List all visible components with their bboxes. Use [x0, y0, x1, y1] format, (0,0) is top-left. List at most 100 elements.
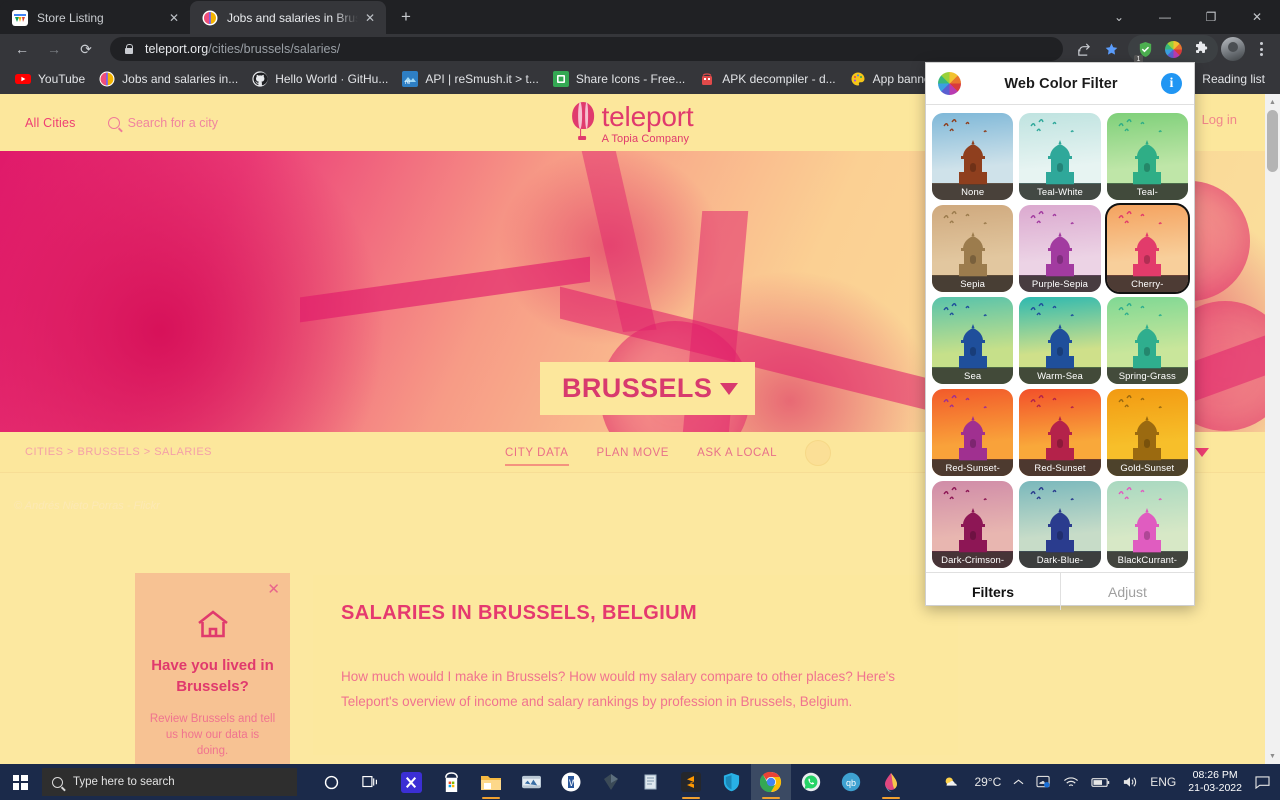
volume-icon[interactable]	[1116, 764, 1144, 800]
close-window-button[interactable]: ✕	[1234, 0, 1280, 33]
profile-avatar[interactable]	[1221, 37, 1245, 61]
sublime-text-icon[interactable]	[671, 764, 711, 800]
popup-footer-tabs: Filters Adjust	[926, 572, 1194, 610]
page-intro: How much would I make in Brussels? How w…	[341, 669, 896, 709]
filter-thumb-sea[interactable]: Sea	[932, 297, 1014, 384]
web-color-filter-icon[interactable]	[1160, 36, 1186, 62]
chrome-menu-icon[interactable]	[1248, 36, 1274, 62]
tab-store-listing[interactable]: Store Listing ✕	[0, 1, 190, 34]
bookmark-item[interactable]: Hello World · GitHu...	[245, 68, 395, 90]
paint-icon[interactable]	[871, 764, 911, 800]
sun-cloud-icon[interactable]	[936, 764, 968, 800]
filter-thumb-spring-grass[interactable]: Spring-Grass	[1106, 297, 1188, 384]
breadcrumb[interactable]: CITIES > BRUSSELS > SALARIES	[25, 446, 212, 458]
close-icon[interactable]: ✕	[267, 580, 280, 598]
cortana-icon[interactable]	[311, 764, 351, 800]
scroll-down-icon[interactable]: ▼	[1265, 748, 1280, 764]
birds-decoration	[1027, 118, 1087, 142]
media-player-icon[interactable]	[511, 764, 551, 800]
bookmark-item[interactable]: YouTube	[8, 68, 92, 90]
birds-decoration	[1115, 302, 1175, 326]
taskbar-clock[interactable]: 08:26 PM 21-03-2022	[1182, 769, 1250, 795]
word-icon[interactable]: W	[551, 764, 591, 800]
filter-thumb-red-sunset[interactable]: Red-Sunset	[1019, 389, 1101, 476]
city-search-input[interactable]: Search for a city	[107, 116, 218, 130]
taskbar-search-input[interactable]: Type here to search	[42, 768, 297, 796]
login-link[interactable]: Log in	[1202, 112, 1237, 127]
teleport-icon	[202, 10, 218, 26]
tab-adjust[interactable]: Adjust	[1060, 573, 1194, 610]
back-icon[interactable]: ←	[8, 35, 36, 63]
whatsapp-icon[interactable]	[791, 764, 831, 800]
filter-label: Red-Sunset	[1019, 460, 1101, 476]
filter-thumb-sepia[interactable]: Sepia	[932, 205, 1014, 292]
filter-thumb-dark-blue[interactable]: Dark-Blue-	[1019, 481, 1101, 568]
tab-teleport-salaries[interactable]: Jobs and salaries in Brussels, Belg ✕	[190, 1, 386, 34]
tab-ask-a-local[interactable]: ASK A LOCAL	[697, 432, 777, 473]
filter-thumb-none[interactable]: None	[932, 113, 1014, 200]
tab-plan-move[interactable]: PLAN MOVE	[597, 432, 670, 473]
wifi-icon[interactable]	[1057, 764, 1085, 800]
microsoft-store-icon[interactable]	[431, 764, 471, 800]
shield-extension-icon[interactable]: 1	[1132, 36, 1158, 64]
bookmark-item[interactable]: Share Icons - Free...	[546, 68, 692, 90]
chrome-icon[interactable]	[751, 764, 791, 800]
tab-strip: Store Listing ✕ Jobs and salaries in Bru…	[0, 0, 1280, 34]
notepad-icon[interactable]	[631, 764, 671, 800]
page-scrollbar[interactable]: ▲ ▼	[1265, 94, 1280, 764]
bookmark-item[interactable]: APK decompiler - d...	[692, 68, 842, 90]
action-center-icon[interactable]	[1250, 764, 1274, 800]
filter-thumb-warm-sea[interactable]: Warm-Sea	[1019, 297, 1101, 384]
teleport-logo[interactable]: teleport A Topia Company	[571, 102, 694, 146]
battery-icon[interactable]	[1085, 764, 1116, 800]
new-tab-button[interactable]: +	[392, 3, 420, 31]
photoshop-icon[interactable]	[591, 764, 631, 800]
monument-silhouette	[1124, 232, 1170, 277]
filter-label: BlackCurrant-	[1106, 552, 1188, 568]
extensions-puzzle-icon[interactable]	[1188, 36, 1214, 62]
maximize-button[interactable]: ❐	[1188, 0, 1234, 33]
onedrive-icon[interactable]	[1030, 764, 1057, 800]
avatar[interactable]	[805, 439, 832, 466]
filter-thumb-red-sunset[interactable]: Red-Sunset-	[932, 389, 1014, 476]
filter-thumb-teal-white[interactable]: Teal-White	[1019, 113, 1101, 200]
chevron-down-icon[interactable]: ⌄	[1096, 0, 1142, 33]
windows-start-icon[interactable]	[0, 764, 40, 800]
minimize-button[interactable]: —	[1142, 0, 1188, 33]
filter-thumb-blackcurrant[interactable]: BlackCurrant-	[1106, 481, 1188, 568]
monument-silhouette	[1124, 508, 1170, 553]
vpn-shield-icon[interactable]	[711, 764, 751, 800]
birds-decoration	[940, 302, 1000, 326]
qbittorrent-icon[interactable]: qb	[831, 764, 871, 800]
show-hidden-icons-chevron[interactable]	[1007, 764, 1030, 800]
section-tabs: CITY DATA PLAN MOVE ASK A LOCAL	[505, 432, 832, 473]
filter-thumb-purple-sepia[interactable]: Purple-Sepia	[1019, 205, 1101, 292]
bookmark-item[interactable]: Jobs and salaries in...	[92, 68, 245, 90]
reload-icon[interactable]: ⟳	[72, 35, 100, 63]
all-cities-link[interactable]: All Cities	[25, 116, 76, 130]
filter-thumb-gold-sunset[interactable]: Gold-Sunset	[1106, 389, 1188, 476]
scroll-up-icon[interactable]: ▲	[1265, 94, 1280, 110]
adobe-xd-icon[interactable]	[391, 764, 431, 800]
info-icon[interactable]: i	[1161, 73, 1182, 94]
task-view-icon[interactable]	[351, 764, 391, 800]
city-selector-badge[interactable]: BRUSSELS	[540, 362, 756, 415]
close-icon[interactable]: ✕	[166, 10, 182, 26]
web-color-filter-popup: Web Color Filter i None Teal-White Teal- Se…	[925, 62, 1195, 610]
tab-filters[interactable]: Filters	[926, 573, 1060, 610]
address-bar[interactable]: teleport.org/cities/brussels/salaries/	[110, 37, 1063, 61]
language-indicator[interactable]: ENG	[1144, 764, 1182, 800]
bookmark-star-icon[interactable]	[1098, 36, 1124, 62]
tab-city-data[interactable]: CITY DATA	[505, 432, 569, 473]
forward-icon[interactable]: →	[40, 35, 68, 63]
close-icon[interactable]: ✕	[362, 10, 378, 26]
scrollbar-thumb[interactable]	[1267, 110, 1278, 172]
share-icon[interactable]	[1070, 36, 1096, 62]
bookmark-item[interactable]: re API | reSmush.it > t...	[395, 68, 546, 90]
filter-thumb-cherry[interactable]: Cherry-	[1104, 203, 1191, 294]
file-explorer-icon[interactable]	[471, 764, 511, 800]
filter-label: Sea	[932, 368, 1014, 384]
filter-thumb-teal[interactable]: Teal-	[1106, 113, 1188, 200]
filter-thumb-dark-crimson[interactable]: Dark-Crimson-	[932, 481, 1014, 568]
youtube-icon	[15, 71, 31, 87]
